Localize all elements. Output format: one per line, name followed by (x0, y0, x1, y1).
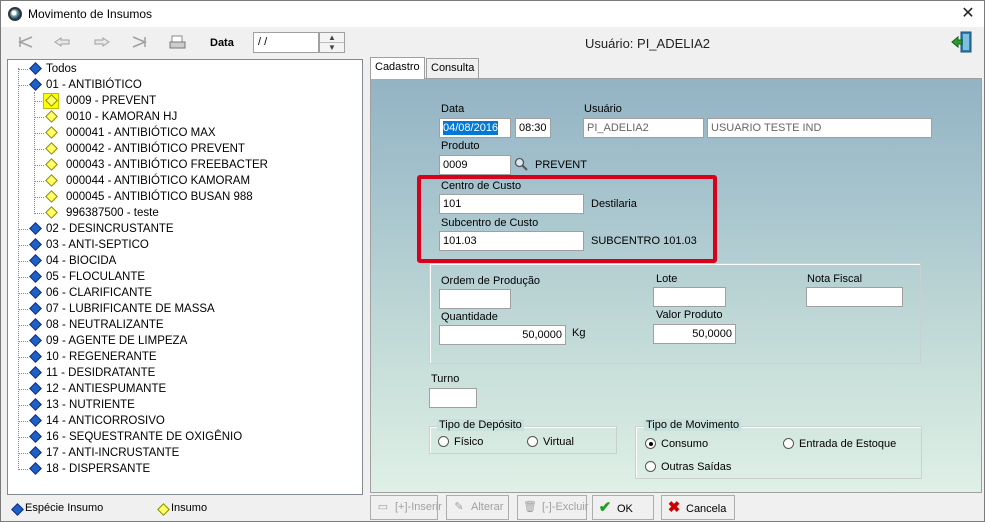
radio-icon (645, 461, 656, 472)
lote-field[interactable] (653, 287, 726, 307)
mov-outras-radio[interactable]: Outras Saídas (645, 460, 731, 474)
especie-icon (29, 446, 42, 459)
insumo-icon (157, 503, 170, 516)
insumo-icon (45, 174, 58, 187)
especie-icon (29, 222, 42, 235)
tab-consulta[interactable]: Consulta (426, 58, 480, 78)
produto-code-field[interactable]: 0009 (439, 155, 511, 175)
deposito-title: Tipo de Depósito (437, 419, 524, 431)
especie-icon (29, 238, 42, 251)
especie-icon (29, 430, 42, 443)
mov-entrada-radio[interactable]: Entrada de Estoque (783, 437, 896, 451)
radio-selected-icon (645, 438, 656, 449)
radio-icon (783, 438, 794, 449)
especie-icon (29, 334, 42, 347)
excluir-button[interactable]: 🗑 [-]-Excluir (517, 495, 588, 520)
especie-icon (29, 318, 42, 331)
ok-button[interactable]: ✔ OK (592, 495, 654, 520)
next-record-icon[interactable] (91, 34, 111, 50)
insumo-icon (45, 190, 58, 203)
especie-icon (29, 398, 42, 411)
data-field[interactable]: 04/08/2016 (439, 118, 511, 138)
main-window: Movimento de Insumos ✕ Data / / ▲ ▼ Usuá… (0, 0, 985, 522)
especie-icon (29, 302, 42, 315)
insumo-icon (45, 158, 58, 171)
radio-icon (527, 436, 538, 447)
title-bar: Movimento de Insumos ✕ (1, 1, 984, 27)
highlight-box (417, 175, 717, 263)
close-icon[interactable]: ✕ (956, 4, 980, 24)
turno-label: Turno (431, 373, 460, 385)
insumo-icon (45, 126, 58, 139)
especie-icon (29, 366, 42, 379)
especie-icon (29, 254, 42, 267)
especie-icon (29, 78, 42, 91)
previous-record-icon[interactable] (53, 34, 73, 50)
date-label: Data (210, 37, 234, 49)
last-record-icon[interactable] (130, 34, 150, 50)
especie-icon (29, 414, 42, 427)
inserir-button[interactable]: ▭ [+]-Inserir (370, 495, 442, 520)
spin-up-icon[interactable]: ▲ (320, 33, 344, 43)
ordem-field[interactable] (439, 289, 511, 309)
exit-icon[interactable] (951, 31, 973, 53)
trash-icon: 🗑 (523, 501, 537, 513)
search-icon[interactable] (514, 157, 528, 171)
especie-icon (29, 286, 42, 299)
usuario-label: Usuário (584, 103, 622, 115)
valor-produto-field[interactable]: 50,0000 (653, 324, 736, 344)
quantidade-field[interactable]: 50,0000 (439, 325, 566, 345)
cancel-x-icon: ✖ (667, 499, 681, 516)
insumo-icon (45, 206, 58, 219)
legend-insumo: Insumo (171, 502, 208, 514)
legend-especie: Espécie Insumo (25, 502, 104, 514)
radio-icon (438, 436, 449, 447)
edit-icon: ✎ (454, 501, 464, 513)
insumo-icon (45, 142, 58, 155)
cancela-button[interactable]: ✖ Cancela (661, 495, 735, 520)
print-icon[interactable] (168, 34, 188, 50)
window-title: Movimento de Insumos (28, 7, 153, 21)
quantidade-unit: Kg (572, 327, 586, 339)
user-header: Usuário: PI_ADELIA2 (585, 36, 711, 51)
check-icon: ✔ (598, 499, 612, 516)
nota-fiscal-field[interactable] (806, 287, 903, 307)
app-icon (8, 7, 22, 21)
mov-consumo-radio[interactable]: Consumo (645, 437, 708, 451)
hora-field[interactable]: 08:30 (515, 118, 551, 138)
especie-icon (29, 270, 42, 283)
movimento-title: Tipo de Movimento (644, 419, 742, 431)
especie-icon (29, 462, 42, 475)
especie-icon (29, 382, 42, 395)
quantidade-label: Quantidade (441, 311, 498, 323)
spin-down-icon[interactable]: ▼ (320, 43, 344, 53)
especie-icon (29, 350, 42, 363)
date-spinner[interactable]: ▲ ▼ (319, 32, 345, 53)
ordem-label: Ordem de Produção (441, 275, 541, 287)
first-record-icon[interactable] (15, 34, 35, 50)
turno-field[interactable] (429, 388, 477, 408)
especie-icon (11, 503, 24, 516)
date-filter-input[interactable]: / / (253, 32, 319, 53)
tree-legend: Espécie Insumo Insumo (7, 498, 363, 520)
tab-cadastro[interactable]: Cadastro (370, 57, 425, 79)
valor-produto-label: Valor Produto (656, 309, 723, 321)
alterar-button[interactable]: ✎ Alterar (446, 495, 509, 520)
deposito-virtual-radio[interactable]: Virtual (527, 435, 574, 449)
usuario-name-field: USUARIO TESTE IND (707, 118, 932, 138)
deposito-fisico-radio[interactable]: Físico (438, 435, 483, 449)
lote-label: Lote (656, 273, 678, 285)
especie-icon (29, 62, 42, 75)
usuario-login-field: PI_ADELIA2 (583, 118, 704, 138)
nota-fiscal-label: Nota Fiscal (807, 273, 863, 285)
document-icon: ▭ (377, 501, 389, 513)
data-label: Data (441, 103, 465, 115)
insumo-tree[interactable]: Todos 01 - ANTIBIÓTICO 0009 - PREVENT 00… (7, 59, 363, 495)
produto-label: Produto (441, 140, 480, 152)
produto-name: PREVENT (535, 159, 587, 171)
insumo-icon (45, 110, 58, 123)
